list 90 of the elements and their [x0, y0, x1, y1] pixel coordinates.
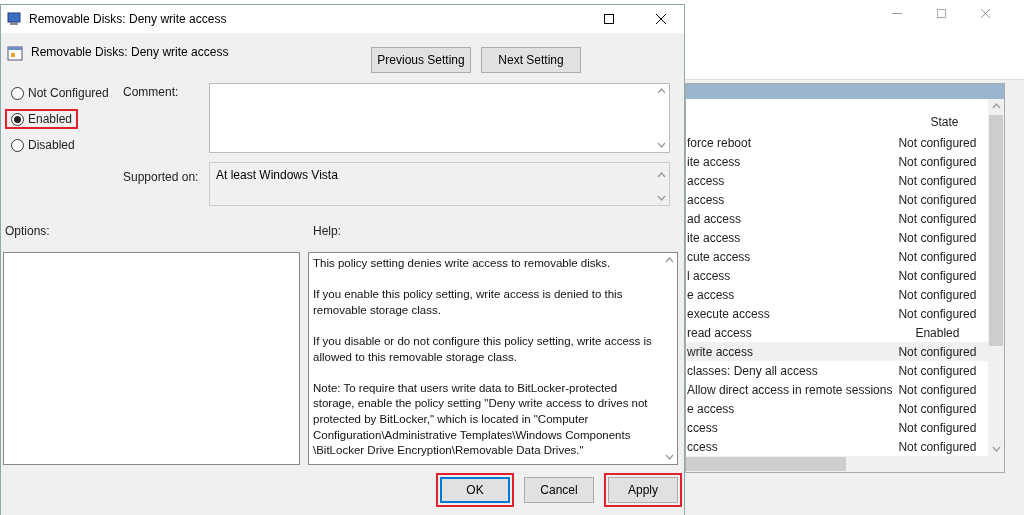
- policy-name: ccess: [686, 439, 718, 454]
- policy-state: Not configured: [897, 439, 978, 454]
- comment-field[interactable]: [209, 83, 670, 153]
- minimize-icon[interactable]: [892, 12, 902, 14]
- radio-icon[interactable]: [11, 86, 24, 100]
- maximize-icon[interactable]: [604, 14, 614, 24]
- policy-name: ccess: [686, 420, 718, 435]
- policy-state: Not configured: [897, 154, 978, 169]
- nav-button[interactable]: Next Setting: [481, 47, 581, 73]
- policy-icon: [7, 12, 23, 26]
- policy-row[interactable]: force reboot Not configured: [686, 133, 989, 152]
- dialog-button[interactable]: Cancel: [524, 477, 594, 503]
- scroll-down-icon[interactable]: [656, 195, 666, 201]
- policy-row[interactable]: write access Not configured: [686, 342, 989, 361]
- vertical-scrollbar[interactable]: [988, 99, 1004, 456]
- policy-state: Enabled: [914, 325, 961, 340]
- dialog-button[interactable]: Apply: [608, 477, 678, 503]
- scroll-up-icon[interactable]: [664, 257, 674, 263]
- window-title: Removable Disks: Deny write access: [29, 12, 228, 26]
- policy-row[interactable]: e access Not configured: [686, 285, 989, 304]
- dialog-button[interactable]: OK: [440, 477, 510, 503]
- policy-row[interactable]: classes: Deny all access Not configured: [686, 361, 989, 380]
- policy-name: read access: [686, 325, 752, 340]
- policy-name: access: [686, 192, 725, 207]
- policy-name: write access: [686, 344, 754, 359]
- scroll-down-icon[interactable]: [664, 454, 674, 460]
- help-paragraph: Note: To require that users write data to BitLocker-protected storage, enable the policy setting "Deny write access to drives not protected by BitLocker," which is located in "Computer Configuration\Administrative Templates\Windows Components \BitLocker Drive Encryption\Removable Data Drives.": [313, 380, 649, 459]
- policy-row[interactable]: e access Not configured: [686, 399, 989, 418]
- policy-state: Not configured: [897, 363, 978, 378]
- calendar-icon: [7, 45, 23, 61]
- policy-state: Not configured: [897, 135, 978, 150]
- policy-state: Not configured: [897, 420, 978, 435]
- radio-option[interactable]: Not Configured: [5, 83, 115, 103]
- radio-option[interactable]: Enabled: [5, 109, 79, 129]
- help-label: Help:: [313, 224, 341, 240]
- help-paragraph: If you disable or do not configure this policy setting, write access is allowed to this removable storage class.: [313, 333, 653, 365]
- policy-name: l access: [686, 268, 731, 283]
- policy-row[interactable]: ite access Not configured: [686, 228, 989, 247]
- policy-name: cute access: [686, 249, 751, 264]
- policy-row[interactable]: cute access Not configured: [686, 247, 989, 266]
- policy-name: ad access: [686, 211, 742, 226]
- supported-value: At least Windows Vista: [216, 168, 338, 184]
- policy-state: Not configured: [897, 401, 978, 416]
- help-paragraph: This policy setting denies write access to removable disks.: [313, 256, 612, 271]
- scroll-up-icon[interactable]: [656, 172, 666, 178]
- policy-name: access: [686, 173, 725, 188]
- policy-name: ite access: [686, 230, 741, 245]
- policy-row[interactable]: ite access Not configured: [686, 152, 989, 171]
- policy-state: Not configured: [897, 268, 978, 283]
- policy-row[interactable]: access Not configured: [686, 171, 989, 190]
- policy-name: Allow direct access in remote sessions: [686, 382, 893, 397]
- scroll-down-icon[interactable]: [991, 446, 1001, 452]
- policy-row[interactable]: ccess Not configured: [686, 418, 989, 437]
- policy-row[interactable]: ad access Not configured: [686, 209, 989, 228]
- policy-name: e access: [686, 401, 735, 416]
- policy-state: Not configured: [897, 173, 978, 188]
- policy-state: Not configured: [897, 287, 978, 302]
- policy-name: classes: Deny all access: [686, 363, 818, 378]
- scroll-up-icon[interactable]: [656, 88, 666, 94]
- policy-row[interactable]: read access Enabled: [686, 323, 989, 342]
- policy-name: execute access: [686, 306, 770, 321]
- nav-button[interactable]: Previous Setting: [371, 47, 471, 73]
- options-label: Options:: [5, 224, 51, 240]
- radio-icon[interactable]: [11, 112, 24, 126]
- policy-state: Not configured: [897, 192, 978, 207]
- horizontal-scrollbar[interactable]: [686, 456, 1004, 472]
- policy-name: ite access: [686, 154, 741, 169]
- help-paragraph: If you enable this policy setting, write access is denied to this removable storage class.: [313, 287, 624, 318]
- policy-heading: Removable Disks: Deny write access: [31, 45, 230, 59]
- scroll-up-icon[interactable]: [991, 103, 1001, 109]
- policy-state: Not configured: [897, 344, 978, 359]
- policy-name: e access: [686, 287, 735, 302]
- policy-name: force reboot: [686, 135, 752, 150]
- radio-option[interactable]: Disabled: [5, 135, 81, 155]
- policy-state: Not configured: [897, 249, 978, 264]
- policy-row[interactable]: Allow direct access in remote sessions Not configured: [686, 380, 989, 399]
- policy-row[interactable]: l access Not configured: [686, 266, 989, 285]
- policy-row[interactable]: access Not configured: [686, 190, 989, 209]
- supported-label: Supported on:: [123, 170, 200, 184]
- policy-row[interactable]: ccess Not configured: [686, 437, 989, 456]
- policy-row[interactable]: execute access Not configured: [686, 304, 989, 323]
- policy-state: Not configured: [897, 230, 978, 245]
- radio-icon[interactable]: [11, 138, 24, 152]
- column-header[interactable]: State: [930, 115, 959, 129]
- policy-state: Not configured: [897, 382, 978, 397]
- comment-label: Comment:: [123, 85, 180, 99]
- scroll-down-icon[interactable]: [656, 142, 666, 148]
- policy-state: Not configured: [897, 306, 978, 321]
- close-icon[interactable]: [656, 14, 666, 24]
- policy-state: Not configured: [897, 211, 978, 226]
